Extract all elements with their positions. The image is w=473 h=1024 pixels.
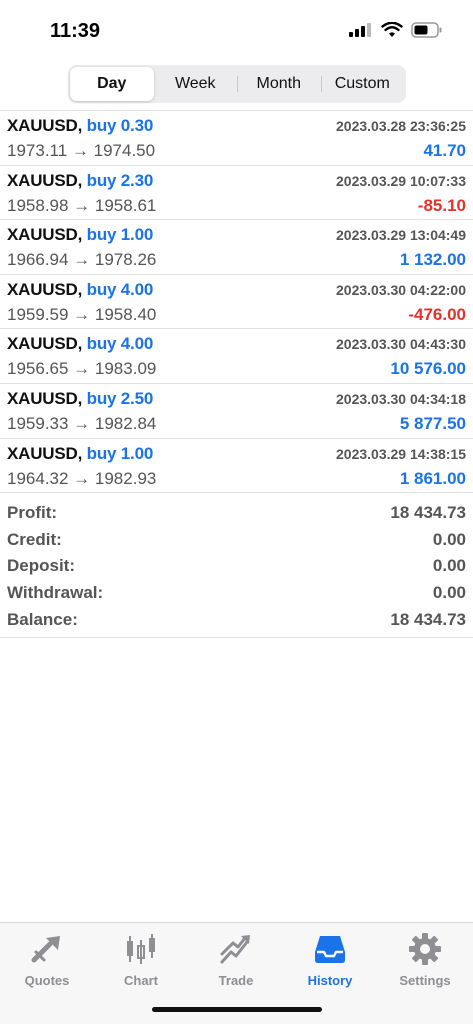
deal-prices: 1964.32 → 1982.93: [7, 468, 157, 488]
summary-section: Profit: 18 434.73 Credit: 0.00 Deposit: …: [0, 500, 473, 638]
summary-withdrawal-row: Withdrawal: 0.00: [0, 580, 473, 607]
summary-value: 0.00: [432, 556, 466, 576]
deal-side: buy 1.00: [86, 225, 154, 245]
summary-profit-row: Profit: 18 434.73: [0, 500, 473, 527]
tab-label: History: [307, 973, 353, 988]
summary-value: 0.00: [432, 529, 466, 549]
deal-prices: 1973.11 → 1974.50: [7, 141, 156, 160]
segment-month[interactable]: Month: [237, 67, 321, 101]
wifi-icon: [381, 22, 403, 37]
tab-history[interactable]: History: [290, 931, 370, 988]
deal-side: buy 2.50: [86, 388, 154, 408]
deal-date: 2023.03.30 04:43:30: [336, 336, 466, 353]
deal-side: buy 1.00: [86, 443, 154, 463]
deal-side: buy 4.00: [86, 334, 154, 354]
segment-day[interactable]: Day: [70, 67, 154, 101]
deal-date: 2023.03.29 13:04:49: [336, 227, 466, 244]
deal-row[interactable]: XAUUSD, buy 2.50 1959.33 → 1982.84 2023.…: [0, 384, 473, 439]
status-time: 11:39: [50, 20, 101, 42]
deal-date: 2023.03.30 04:22:00: [336, 281, 466, 298]
quotes-icon: [31, 936, 60, 963]
deal-row[interactable]: XAUUSD, buy 2.30 1958.98 → 1958.61 2023.…: [0, 166, 473, 221]
deal-row[interactable]: XAUUSD, buy 0.30 1973.11 → 1974.50 2023.…: [0, 111, 473, 166]
summary-value: 18 434.73: [390, 609, 466, 629]
deal-prices: 1966.94 → 1978.26: [7, 250, 157, 270]
tab-quotes[interactable]: Quotes: [7, 931, 87, 988]
tab-trade[interactable]: Trade: [196, 931, 276, 988]
tab-label: Trade: [218, 973, 254, 988]
summary-label: Balance:: [7, 609, 78, 629]
deal-symbol: XAUUSD,: [7, 334, 83, 354]
deal-symbol: XAUUSD,: [7, 279, 83, 299]
deal-profit: 5 877.50: [399, 413, 466, 433]
status-bar: 11:39: [0, 0, 473, 62]
summary-balance-row: Balance: 18 434.73: [0, 606, 473, 633]
summary-label: Deposit:: [7, 556, 75, 576]
summary-credit-row: Credit: 0.00: [0, 527, 473, 554]
deal-row[interactable]: XAUUSD, buy 4.00 1959.59 → 1958.40 2023.…: [0, 275, 473, 330]
deal-symbol: XAUUSD,: [7, 443, 83, 463]
tab-label: Quotes: [24, 973, 70, 988]
tab-label: Chart: [124, 973, 158, 988]
deals-list: XAUUSD, buy 0.30 1973.11 → 1974.50 2023.…: [0, 110, 473, 494]
deal-side: buy 0.30: [86, 116, 154, 135]
deal-symbol: XAUUSD,: [7, 225, 83, 245]
summary-label: Withdrawal:: [7, 583, 104, 603]
deal-date: 2023.03.29 14:38:15: [336, 445, 466, 462]
deal-prices: 1959.59 → 1958.40: [7, 304, 157, 324]
deal-profit: -476.00: [408, 304, 466, 324]
deal-profit: 41.70: [423, 141, 466, 160]
deal-symbol: XAUUSD,: [7, 388, 83, 408]
deal-side: buy 2.30: [86, 170, 154, 190]
cellular-signal-icon: [349, 23, 371, 37]
deal-row[interactable]: XAUUSD, buy 1.00 1966.94 → 1978.26 2023.…: [0, 220, 473, 275]
deal-symbol: XAUUSD,: [7, 170, 83, 190]
deal-profit: 1 861.00: [399, 468, 466, 488]
summary-label: Profit:: [7, 503, 58, 523]
history-icon: [315, 936, 345, 963]
period-segmented-control: Day Week Month Custom: [68, 65, 406, 103]
deal-profit: -85.10: [417, 195, 466, 215]
settings-icon: [409, 933, 441, 965]
segment-week[interactable]: Week: [154, 67, 238, 101]
home-indicator[interactable]: [152, 1007, 322, 1012]
summary-label: Credit:: [7, 529, 62, 549]
deal-date: 2023.03.28 23:36:25: [336, 118, 466, 134]
tab-settings[interactable]: Settings: [385, 931, 465, 988]
deal-profit: 10 576.00: [390, 359, 466, 379]
deal-row[interactable]: XAUUSD, buy 1.00 1964.32 → 1982.93 2023.…: [0, 439, 473, 494]
battery-icon: [411, 22, 442, 38]
deal-prices: 1958.98 → 1958.61: [7, 195, 157, 215]
summary-value: 0.00: [432, 583, 466, 603]
trade-icon: [220, 935, 250, 964]
tab-chart[interactable]: Chart: [101, 931, 181, 988]
chart-icon: [127, 934, 155, 964]
deal-symbol: XAUUSD,: [7, 116, 83, 135]
deal-side: buy 4.00: [86, 279, 154, 299]
deal-date: 2023.03.30 04:34:18: [336, 390, 466, 407]
deal-prices: 1956.65 → 1983.09: [7, 359, 157, 379]
deal-row[interactable]: XAUUSD, buy 4.00 1956.65 → 1983.09 2023.…: [0, 329, 473, 384]
deal-prices: 1959.33 → 1982.84: [7, 413, 157, 433]
summary-value: 18 434.73: [390, 503, 466, 523]
deal-date: 2023.03.29 10:07:33: [336, 172, 466, 189]
deal-profit: 1 132.00: [399, 250, 466, 270]
status-icons: [349, 22, 443, 38]
segment-custom[interactable]: Custom: [320, 67, 405, 101]
summary-deposit-row: Deposit: 0.00: [0, 553, 473, 580]
tab-label: Settings: [399, 973, 451, 988]
